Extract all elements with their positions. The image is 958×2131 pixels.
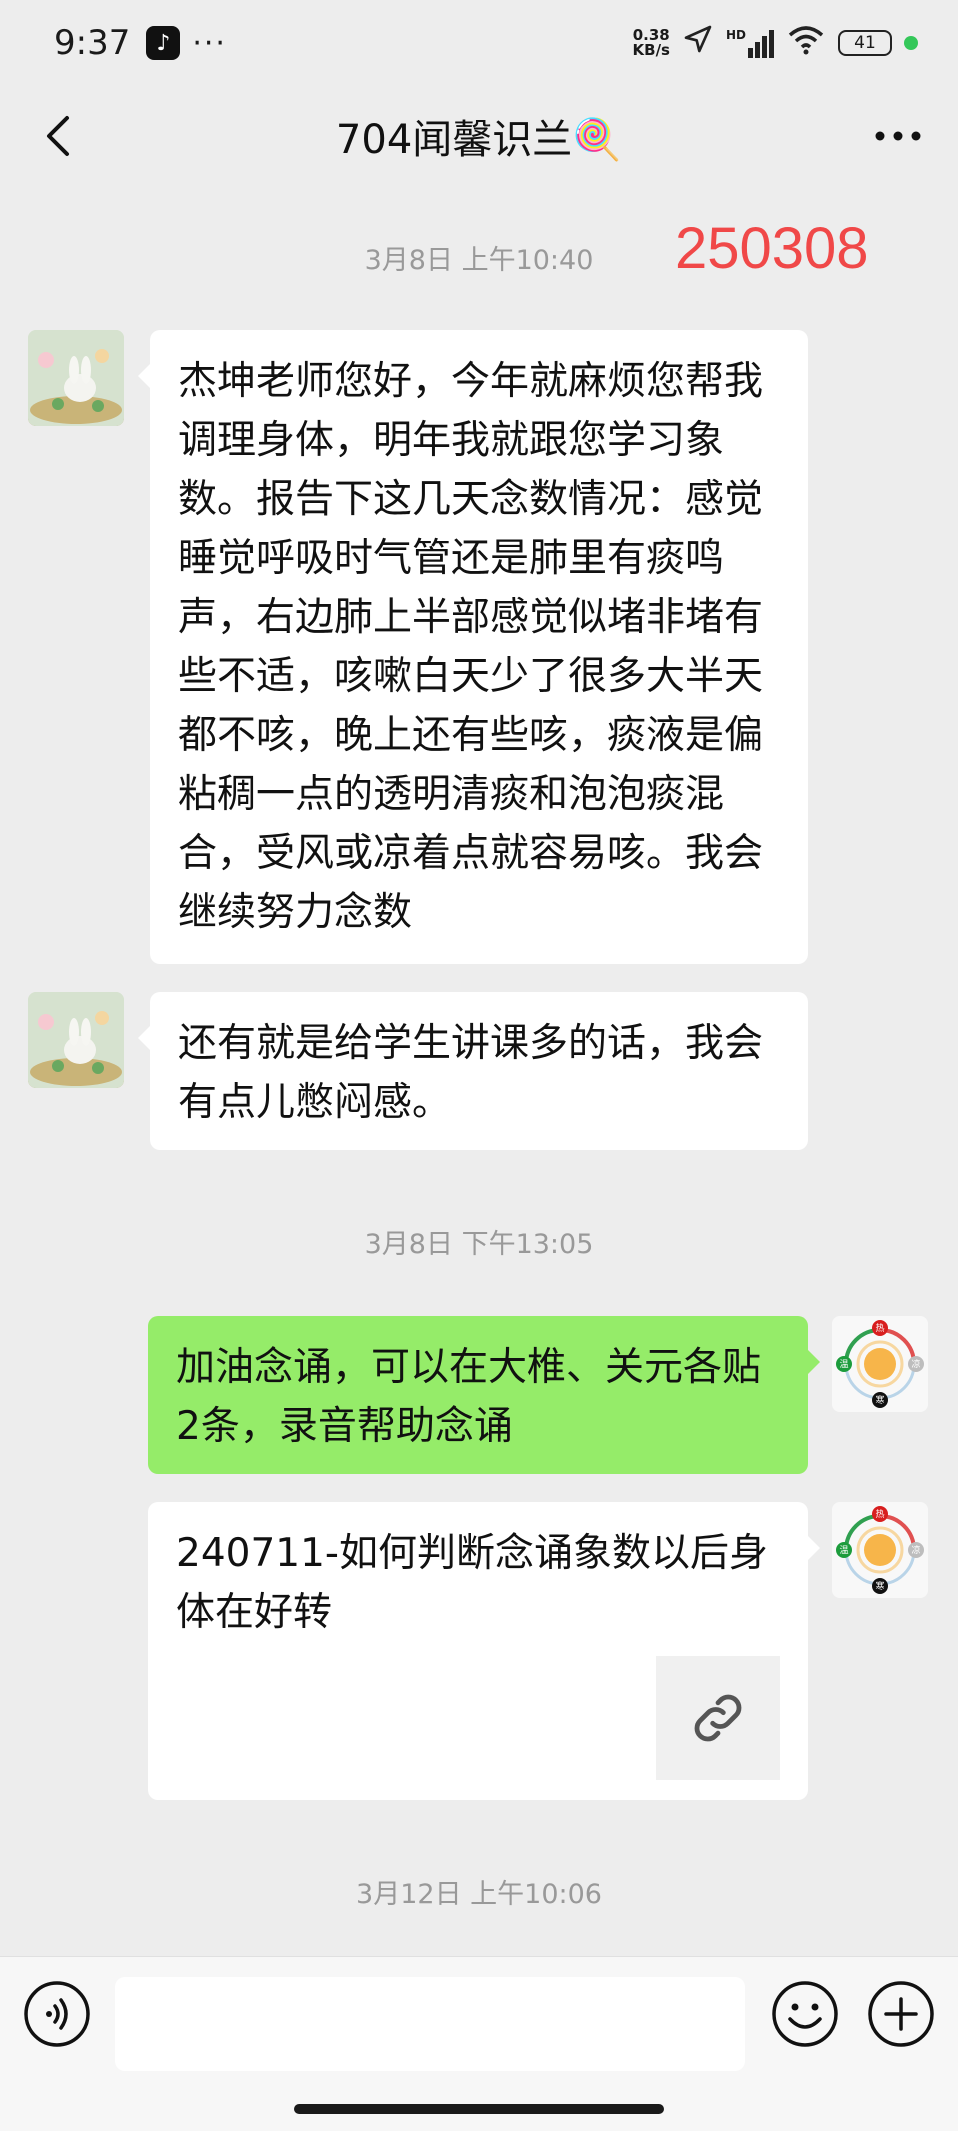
- home-indicator[interactable]: [294, 2104, 664, 2114]
- wifi-icon: [786, 23, 826, 63]
- status-indicators: 0.38 KB/s HD 41: [633, 23, 918, 63]
- more-actions-button[interactable]: [866, 1979, 936, 2049]
- network-speed: 0.38 KB/s: [633, 28, 670, 58]
- chat-title: 704闻馨识兰🍭: [335, 117, 623, 163]
- link-card-title: 240711-如何判断念诵象数以后身体在好转: [176, 1531, 768, 1635]
- message-timestamp: 3月8日 下午13:05: [364, 1229, 594, 1260]
- voice-button[interactable]: [22, 1979, 92, 2049]
- message-bubble[interactable]: 还有就是给学生讲课多的话，我会有点儿憋闷感。: [138, 992, 808, 1150]
- link-card-thumbnail: [656, 1656, 780, 1780]
- emoji-icon: [772, 1981, 838, 2047]
- more-dots-icon: [875, 131, 921, 141]
- link-card[interactable]: 240711-如何判断念诵象数以后身体在好转: [148, 1502, 820, 1800]
- avatar-label-cool: 凉: [911, 1358, 920, 1370]
- chat-header: 704闻馨识兰🍭: [0, 86, 958, 186]
- avatar-label-hot: 热: [875, 1322, 884, 1334]
- message-text: 加油念诵，可以在大椎、关元各贴2条，录音帮助念诵: [176, 1345, 762, 1449]
- network-speed-unit: KB/s: [632, 41, 670, 59]
- avatar-label-cold: 寒: [875, 1394, 884, 1406]
- battery-indicator: 41: [838, 30, 892, 56]
- link-icon: [694, 1694, 742, 1742]
- message-text: 杰坤老师您好，今年就麻烦您帮我调理身体，明年我就跟您学习象数。报告下这几天念数情…: [178, 359, 764, 935]
- avatar-label-warm: 温: [839, 1359, 848, 1370]
- privacy-dot: [904, 36, 918, 50]
- location-arrow-icon: [682, 23, 714, 63]
- my-avatar[interactable]: 热 温 凉 寒: [832, 1502, 928, 1598]
- voice-icon: [24, 1981, 90, 2047]
- avatar-label-hot: 热: [875, 1508, 884, 1520]
- status-bar: 9:37 ♪ ··· 0.38 KB/s HD 41: [0, 0, 958, 86]
- emoji-button[interactable]: [770, 1979, 840, 2049]
- more-button[interactable]: [868, 108, 928, 164]
- avatar-label-cold: 寒: [875, 1580, 884, 1592]
- plus-icon: [868, 1981, 934, 2047]
- date-stamp: 250308: [675, 216, 869, 281]
- avatar-label-cool: 凉: [911, 1544, 920, 1556]
- chevron-left-icon: [47, 116, 69, 156]
- network-type-label: HD: [725, 28, 746, 42]
- message-bubble[interactable]: 杰坤老师您好，今年就麻烦您帮我调理身体，明年我就跟您学习象数。报告下这几天念数情…: [138, 330, 808, 964]
- message-bubble-sent[interactable]: 加油念诵，可以在大椎、关元各贴2条，录音帮助念诵: [148, 1316, 820, 1474]
- my-avatar[interactable]: 热 温 凉 寒: [832, 1316, 928, 1412]
- signal-icon: HD: [726, 28, 774, 58]
- back-button[interactable]: [30, 108, 86, 164]
- message-text: 还有就是给学生讲课多的话，我会有点儿憋闷感。: [178, 1021, 764, 1125]
- contact-avatar[interactable]: [28, 992, 124, 1088]
- message-timestamp: 3月12日 上午10:06: [356, 1879, 602, 1910]
- status-time: 9:37: [54, 23, 131, 63]
- tiktok-icon: ♪: [146, 26, 181, 60]
- message-input[interactable]: [115, 1977, 745, 2071]
- avatar-label-warm: 温: [839, 1545, 848, 1556]
- contact-avatar[interactable]: [28, 330, 124, 426]
- status-more-dots: ···: [192, 25, 227, 61]
